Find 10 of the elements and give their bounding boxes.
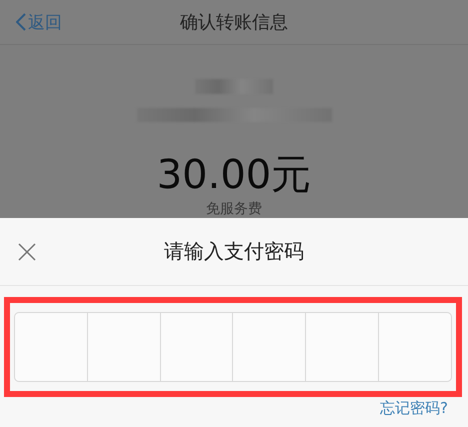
back-label[interactable]: 返回	[28, 10, 62, 34]
forgot-password-link[interactable]: 忘记密码?	[380, 399, 448, 418]
back-icon	[16, 13, 26, 31]
transfer-amount: 30.00元	[156, 152, 312, 198]
sheet-title: 请输入支付密码	[164, 238, 304, 265]
password-field[interactable]	[14, 312, 452, 382]
fee-note: 免服务费	[206, 200, 262, 218]
close-button[interactable]	[18, 242, 36, 260]
page-title: 确认转账信息	[180, 11, 288, 34]
back-button[interactable]: 返回	[0, 10, 62, 34]
